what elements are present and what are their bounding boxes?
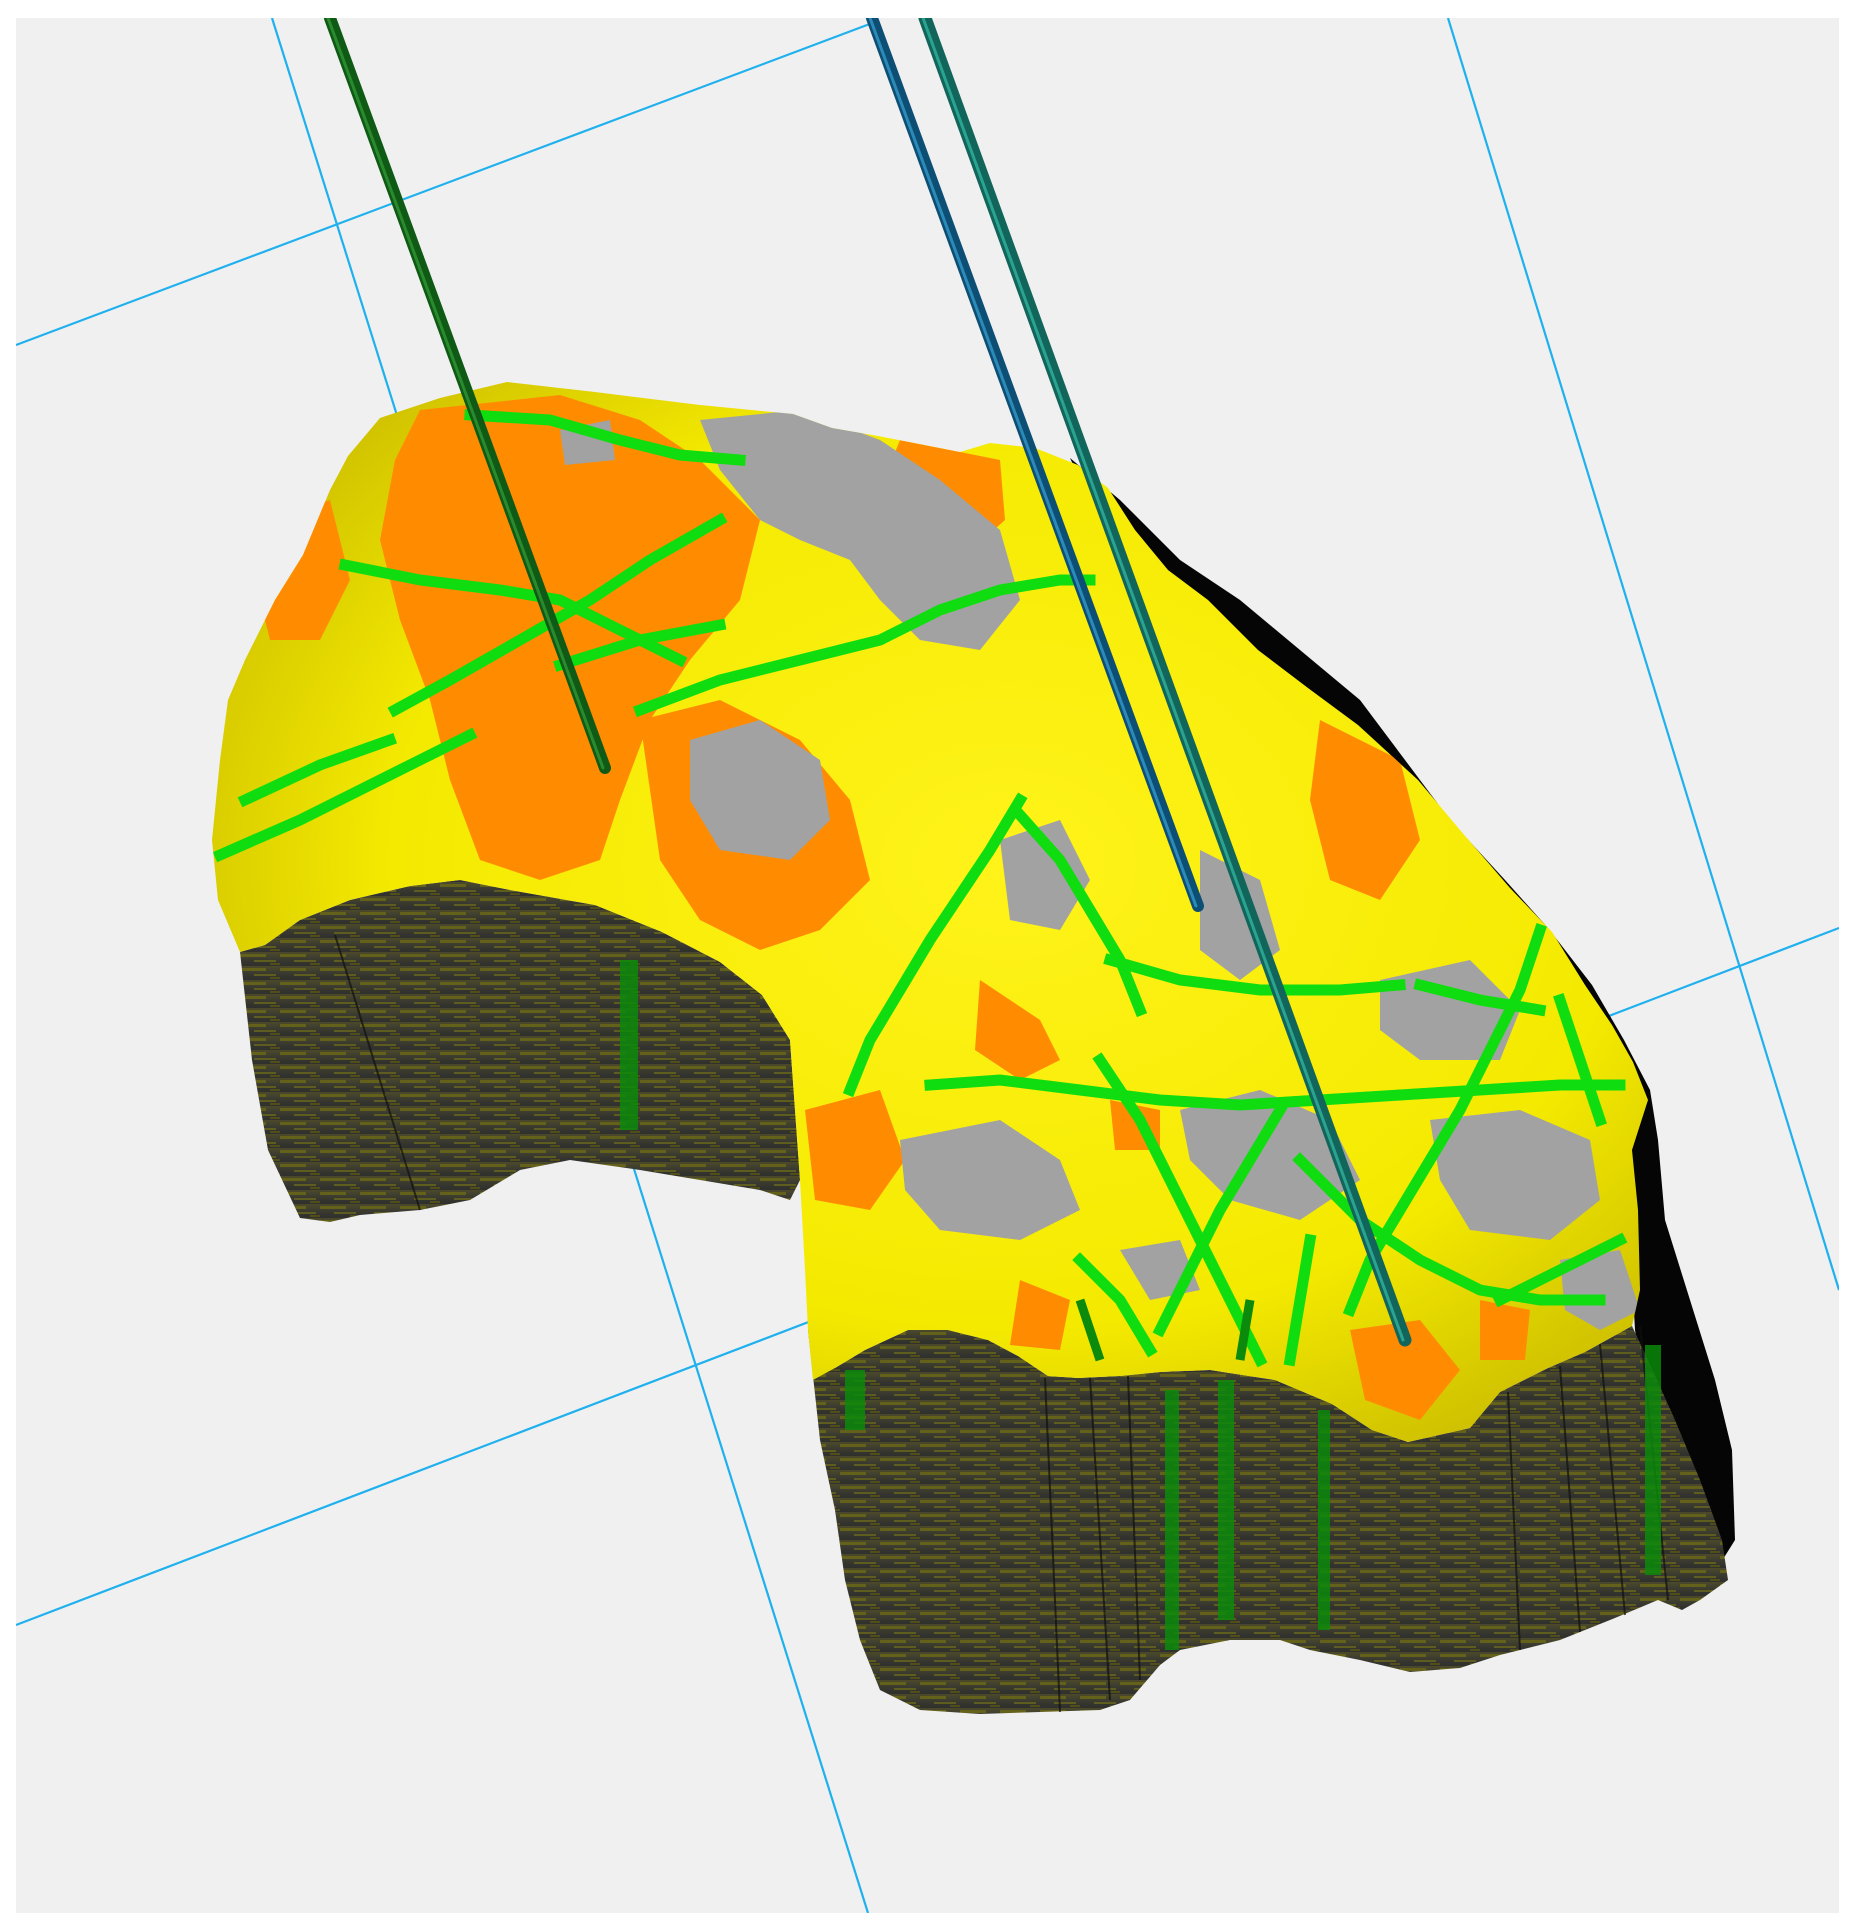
green-streak (1318, 1410, 1330, 1630)
orange-zone (1480, 1300, 1530, 1360)
green-streak (845, 1370, 865, 1430)
green-streak (620, 960, 638, 1130)
3d-viewport[interactable] (0, 0, 1850, 1928)
green-streak (1645, 1345, 1661, 1575)
model-viewport-frame (0, 0, 1850, 1928)
green-streak (1165, 1390, 1179, 1650)
green-streak (1218, 1380, 1234, 1620)
